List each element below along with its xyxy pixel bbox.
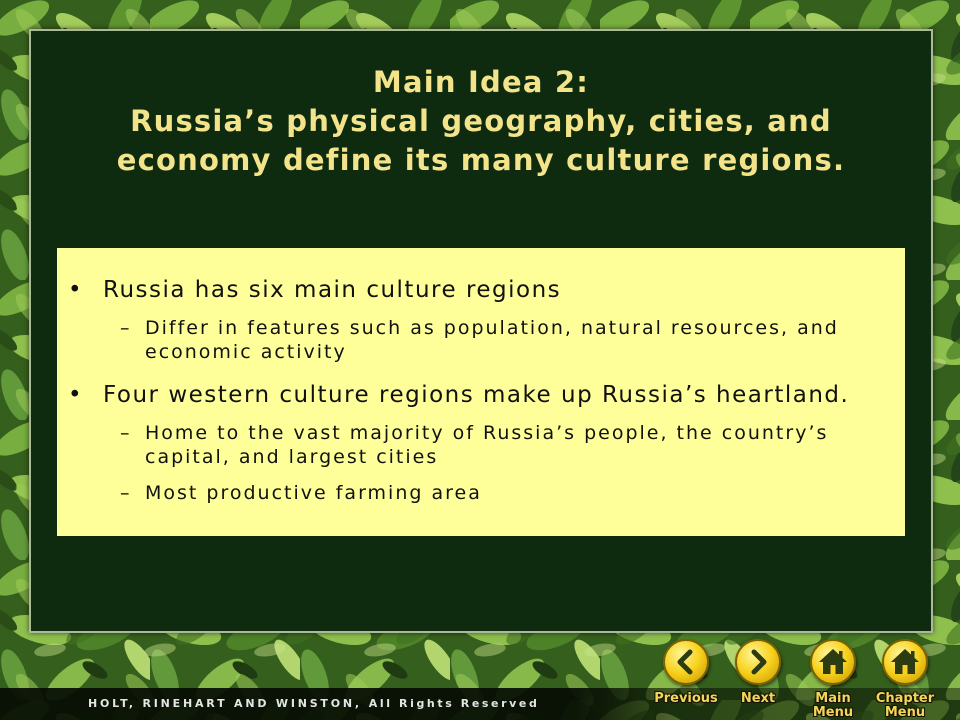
slide-title: Main Idea 2: Russia’s physical geography…	[31, 63, 931, 180]
title-line: economy define its many culture regions.	[116, 143, 846, 177]
main-menu-button-circle[interactable]	[810, 639, 856, 685]
home-icon	[891, 649, 919, 674]
bullet-text: Russia has six main culture regions	[103, 277, 562, 303]
rights-text: All Rights Reserved	[368, 697, 540, 710]
sub-bullet-marker: –	[120, 422, 130, 444]
sub-bullet-text: Differ in features such as population, n…	[145, 317, 839, 363]
publisher-name: HOLT, RINEHART AND WINSTON,	[88, 697, 362, 710]
bullet-text: Four western culture regions make up Rus…	[103, 382, 850, 408]
bullet-item: • Four western culture regions make up R…	[57, 381, 905, 409]
sub-bullet-marker: –	[120, 317, 130, 339]
main-menu-label: Main Menu	[812, 691, 854, 720]
bullet-marker: •	[68, 382, 82, 408]
content-box: • Russia has six main culture regions – …	[57, 248, 905, 536]
sub-bullet-marker: –	[120, 482, 130, 504]
main-menu-button[interactable]: Main Menu	[798, 639, 868, 720]
title-line: Russia’s physical geography, cities, and	[130, 104, 832, 138]
chevron-right-icon	[751, 649, 767, 675]
title-line: Main Idea 2:	[372, 65, 590, 99]
next-button-circle[interactable]	[735, 639, 781, 685]
bullet-group: • Russia has six main culture regions – …	[57, 276, 905, 364]
slide: { "slide": { "title": [ "Main Idea 2:", …	[0, 0, 960, 720]
chapter-menu-button[interactable]: Chapter Menu	[870, 639, 940, 720]
bullet-group: • Four western culture regions make up R…	[57, 381, 905, 505]
previous-label: Previous	[654, 691, 718, 706]
chevron-left-icon	[677, 649, 693, 675]
next-label: Next	[740, 691, 776, 706]
sub-bullet-text: Most productive farming area	[145, 482, 482, 504]
chapter-menu-button-circle[interactable]	[882, 639, 928, 685]
previous-button[interactable]: Previous	[651, 639, 721, 720]
bullet-marker: •	[68, 277, 82, 303]
chapter-menu-label: Chapter Menu	[875, 691, 935, 720]
copyright-footer: HOLT, RINEHART AND WINSTON, All Rights R…	[88, 697, 539, 711]
content-panel: Main Idea 2: Russia’s physical geography…	[29, 29, 933, 633]
home-icon	[819, 649, 847, 674]
sub-bullet-item: – Differ in features such as population,…	[57, 316, 905, 364]
sub-bullet-item: – Home to the vast majority of Russia’s …	[57, 421, 905, 469]
sub-bullet-text: Home to the vast majority of Russia’s pe…	[145, 422, 829, 468]
sub-bullet-item: – Most productive farming area	[57, 481, 905, 505]
next-button[interactable]: Next	[723, 639, 793, 720]
previous-button-circle[interactable]	[663, 639, 709, 685]
bullet-item: • Russia has six main culture regions	[57, 276, 905, 304]
